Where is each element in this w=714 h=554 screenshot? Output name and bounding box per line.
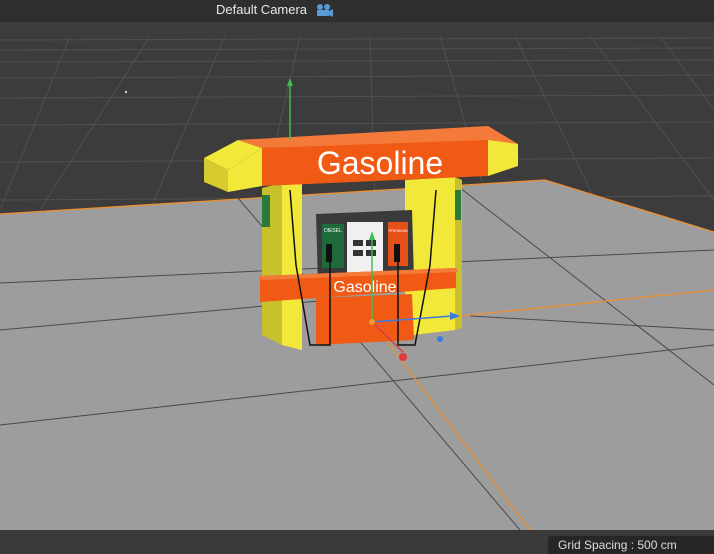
gizmo-origin[interactable]	[369, 319, 375, 325]
gizmo-y-arrow-top[interactable]	[287, 78, 293, 86]
gizmo-x-handle[interactable]	[399, 353, 407, 361]
camera-label[interactable]: Default Camera	[216, 2, 307, 18]
3d-viewport[interactable]: DIESEL PREMIUM Gasoline Gasoline Default…	[0, 0, 714, 554]
right-pump-badge: PREMIUM	[389, 228, 408, 233]
vent-right	[455, 190, 461, 220]
body-sign-text: Gasoline	[333, 279, 396, 296]
grid-spacing-hud: Grid Spacing : 500 cm	[548, 536, 714, 554]
grid-spacing-text: Grid Spacing : 500 cm	[558, 538, 677, 552]
right-pillar[interactable]	[405, 177, 462, 336]
center-pump-panel	[347, 222, 383, 276]
vent-left	[262, 195, 270, 227]
left-pump-badge: DIESEL	[324, 228, 342, 234]
camera-icon[interactable]	[316, 3, 334, 17]
scene-canvas[interactable]: DIESEL PREMIUM Gasoline Gasoline	[0, 0, 714, 554]
background-grid	[0, 35, 714, 211]
viewport-header: Default Camera	[0, 0, 714, 22]
light-marker	[124, 90, 128, 94]
canopy[interactable]: Gasoline	[204, 126, 518, 192]
canopy-sign-text: Gasoline	[317, 145, 443, 181]
left-nozzle	[326, 244, 332, 262]
gizmo-z-dot[interactable]	[437, 336, 443, 342]
right-nozzle	[394, 244, 400, 262]
